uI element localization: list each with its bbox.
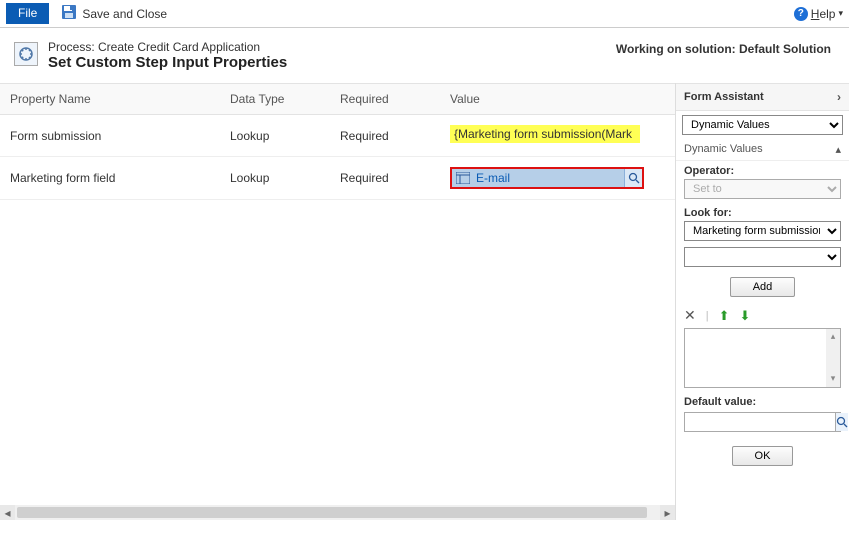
horizontal-scrollbar[interactable]: ◂ ▸: [0, 505, 675, 520]
save-and-close-label: Save and Close: [82, 7, 167, 21]
properties-grid-area: Property Name Data Type Required Value F…: [0, 83, 675, 520]
remove-icon[interactable]: ✕: [684, 307, 696, 324]
cell-dtype: Lookup: [220, 157, 330, 200]
chevron-right-icon: ›: [837, 90, 841, 104]
solution-label: Working on solution: Default Solution: [616, 40, 831, 71]
lookfor-attribute-select[interactable]: [684, 247, 841, 267]
save-and-close-button[interactable]: Save and Close: [57, 2, 171, 25]
lookfor-entity-select[interactable]: Marketing form submission: [684, 221, 841, 241]
cell-dtype: Lookup: [220, 115, 330, 157]
scroll-down-button[interactable]: ▾: [828, 373, 838, 383]
file-menu-button[interactable]: File: [6, 3, 49, 24]
form-assistant-panel: Form Assistant › Dynamic Values Dynamic …: [675, 83, 849, 520]
properties-grid: Property Name Data Type Required Value F…: [0, 83, 675, 200]
add-button[interactable]: Add: [730, 277, 796, 297]
table-row[interactable]: Marketing form field Lookup Required E-m…: [0, 157, 675, 200]
dynamic-values-section[interactable]: Dynamic Values: [676, 139, 849, 161]
collapse-icon: [835, 143, 841, 156]
cell-value[interactable]: {Marketing form submission(Mark: [440, 115, 675, 157]
page-title: Set Custom Step Input Properties: [48, 54, 287, 71]
ok-button[interactable]: OK: [732, 446, 794, 466]
values-listbox[interactable]: ▴ ▾: [684, 328, 841, 388]
move-up-icon[interactable]: ⬆: [719, 308, 730, 324]
list-toolbar: ✕ | ⬆ ⬇: [676, 303, 849, 328]
cell-required: Required: [330, 115, 440, 157]
scroll-left-button[interactable]: ◂: [0, 505, 15, 520]
help-menu[interactable]: ? Help ▾: [794, 7, 843, 21]
cell-property-name: Form submission: [0, 115, 220, 157]
page-header: Process: Create Credit Card Application …: [0, 28, 849, 83]
scroll-thumb[interactable]: [17, 507, 647, 518]
col-value[interactable]: Value: [440, 84, 675, 115]
scroll-up-button[interactable]: ▴: [828, 331, 838, 341]
process-line: Process: Create Credit Card Application: [48, 40, 287, 54]
toolbar: File Save and Close ? Help ▾: [0, 0, 849, 28]
assistant-mode-select[interactable]: Dynamic Values: [682, 115, 843, 135]
token-value[interactable]: {Marketing form submission(Mark: [450, 125, 640, 143]
cell-value[interactable]: E-mail: [440, 157, 675, 200]
cell-property-name: Marketing form field: [0, 157, 220, 200]
operator-label: Operator:: [676, 161, 849, 179]
save-icon: [61, 4, 77, 23]
vertical-scrollbar[interactable]: ▴ ▾: [826, 329, 840, 387]
process-icon: [14, 42, 38, 66]
lookup-search-button[interactable]: [624, 169, 642, 187]
separator: |: [706, 310, 709, 322]
col-required[interactable]: Required: [330, 84, 440, 115]
grid-header-row: Property Name Data Type Required Value: [0, 84, 675, 115]
cell-required: Required: [330, 157, 440, 200]
form-assistant-header[interactable]: Form Assistant ›: [676, 83, 849, 111]
lookfor-label: Look for:: [676, 203, 849, 221]
move-down-icon[interactable]: ⬇: [740, 308, 751, 324]
form-assistant-title: Form Assistant: [684, 91, 764, 103]
help-icon: ?: [794, 7, 808, 21]
entity-icon: [454, 170, 472, 186]
default-value-lookup[interactable]: [684, 412, 841, 432]
default-value-search-button[interactable]: [835, 413, 848, 431]
table-row[interactable]: Form submission Lookup Required {Marketi…: [0, 115, 675, 157]
col-data-type[interactable]: Data Type: [220, 84, 330, 115]
operator-select: Set to: [684, 179, 841, 199]
lookup-field[interactable]: E-mail: [450, 167, 644, 189]
scroll-track[interactable]: [15, 505, 660, 520]
col-property-name[interactable]: Property Name: [0, 84, 220, 115]
help-label: Help: [811, 7, 836, 21]
scroll-right-button[interactable]: ▸: [660, 505, 675, 520]
chevron-down-icon: ▾: [838, 8, 843, 19]
default-value-input[interactable]: [685, 413, 835, 431]
lookup-text: E-mail: [472, 171, 624, 185]
default-value-label: Default value:: [676, 388, 849, 410]
